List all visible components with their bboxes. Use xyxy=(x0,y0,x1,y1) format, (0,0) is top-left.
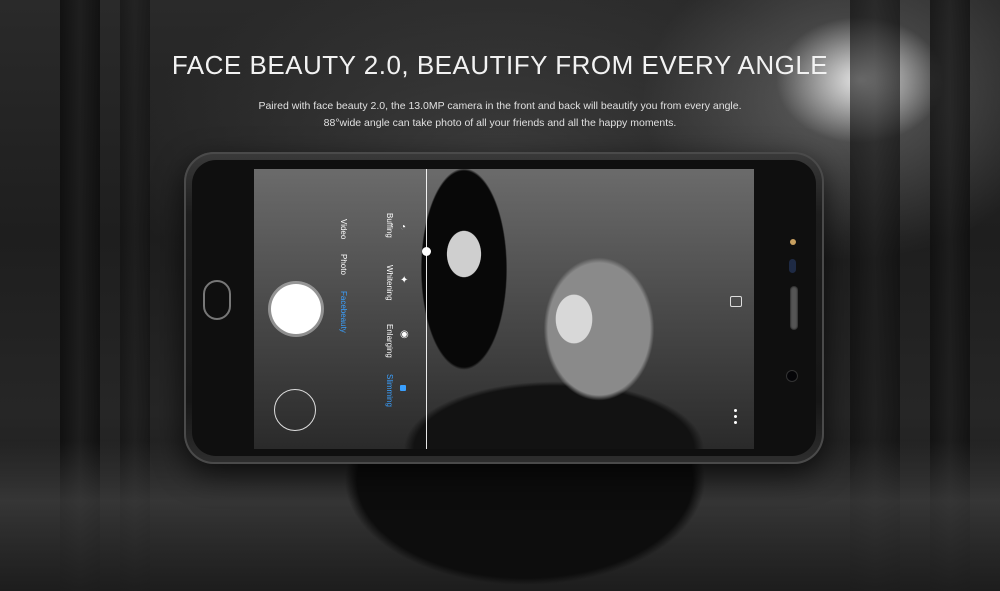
more-options-icon[interactable] xyxy=(734,409,738,427)
option-enlarging[interactable]: Enlarging xyxy=(385,324,394,358)
camera-switch-icon[interactable] xyxy=(730,296,742,307)
headline: FACE BEAUTY 2.0, BEAUTIFY FROM EVERY ANG… xyxy=(171,50,829,80)
gallery-thumbnail[interactable] xyxy=(274,389,316,431)
earpiece-speaker xyxy=(790,286,798,330)
description-line-2: 88°wide angle can take photo of all your… xyxy=(323,117,677,129)
mode-facebeauty[interactable]: Facebeauty xyxy=(339,291,348,333)
mode-video[interactable]: Video xyxy=(339,219,348,239)
flash-icon xyxy=(790,239,796,245)
slimming-icon xyxy=(400,385,406,391)
enlarging-icon: ◉ xyxy=(400,329,409,340)
smartphone: Video Photo Facebeauty Buffing Whitening… xyxy=(184,152,824,464)
home-button[interactable] xyxy=(203,280,231,320)
buffing-icon: ◔ xyxy=(400,222,407,233)
photo-subject-right xyxy=(504,209,694,449)
front-camera-icon xyxy=(787,371,797,381)
mode-photo[interactable]: Photo xyxy=(339,254,348,275)
option-whitening[interactable]: Whitening xyxy=(385,265,394,301)
description-line-1: Paired with face beauty 2.0, the 13.0MP … xyxy=(258,100,742,112)
option-slimming[interactable]: Slimming xyxy=(385,374,394,407)
option-buffing[interactable]: Buffing xyxy=(385,213,394,238)
proximity-sensor xyxy=(789,259,796,273)
whitening-icon: ✦ xyxy=(400,275,409,286)
divider-handle[interactable] xyxy=(422,247,431,256)
shutter-button[interactable] xyxy=(271,284,321,334)
beauty-compare-divider[interactable] xyxy=(426,169,427,449)
camera-viewfinder[interactable]: Video Photo Facebeauty Buffing Whitening… xyxy=(254,169,754,449)
